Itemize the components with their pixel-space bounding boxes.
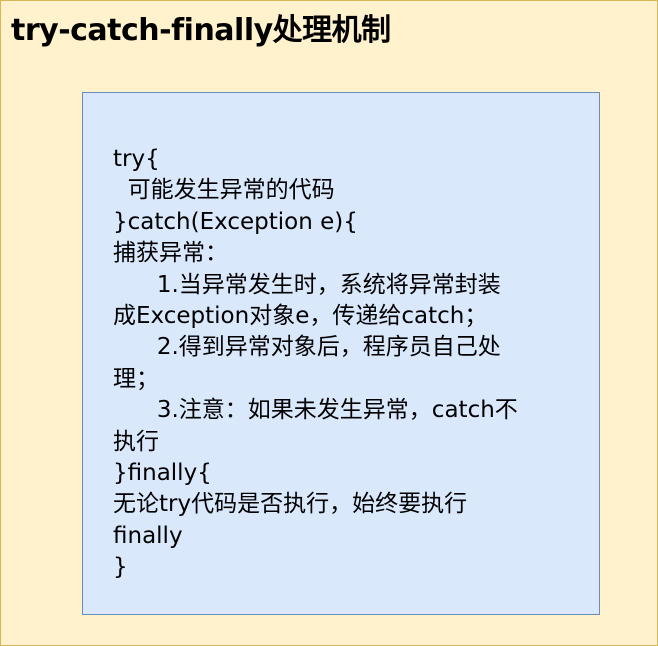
code-line: 成Exception对象e，传递给catch； bbox=[113, 302, 488, 329]
code-line: 3.注意：如果未发生异常，catch不 bbox=[113, 397, 518, 424]
code-line: 可能发生异常的代码 bbox=[113, 177, 335, 204]
code-line: 1.当异常发生时，系统将异常封装 bbox=[113, 271, 501, 298]
code-line: 执行 bbox=[113, 428, 159, 455]
code-line: try{ bbox=[113, 146, 160, 172]
code-line: } bbox=[113, 554, 128, 581]
code-line: }catch(Exception e){ bbox=[113, 208, 358, 235]
code-text: try{ 可能发生异常的代码 }catch(Exception e){ 捕获异常… bbox=[113, 144, 583, 583]
code-line: 无论try代码是否执行，始终要执行 bbox=[113, 491, 468, 518]
outer-container: try-catch-finally处理机制 try{ 可能发生异常的代码 }ca… bbox=[0, 0, 658, 646]
code-line: 2.得到异常对象后，程序员自己处 bbox=[113, 334, 501, 361]
code-box: try{ 可能发生异常的代码 }catch(Exception e){ 捕获异常… bbox=[82, 92, 600, 615]
code-line: 捕获异常： bbox=[113, 240, 228, 267]
diagram-title: try-catch-finally处理机制 bbox=[11, 13, 391, 48]
code-line: }finally{ bbox=[113, 459, 212, 486]
code-line: finally bbox=[113, 522, 183, 549]
code-line: 理； bbox=[113, 365, 159, 392]
